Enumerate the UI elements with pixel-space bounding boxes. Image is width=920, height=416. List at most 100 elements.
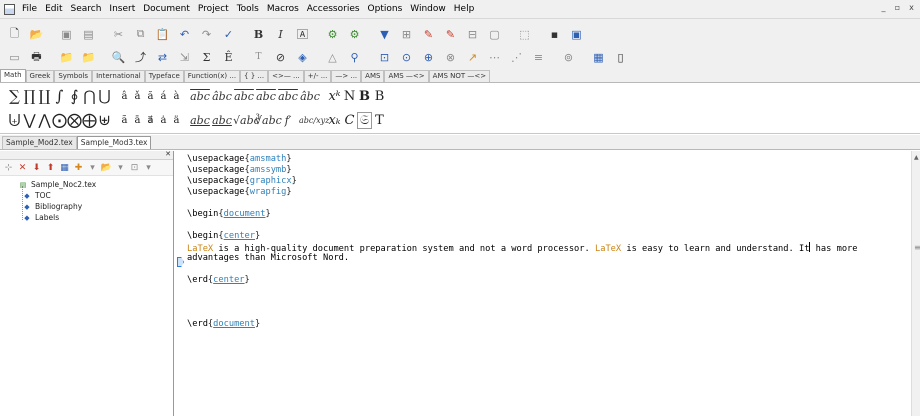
- menu-options[interactable]: Options: [364, 4, 407, 14]
- redo-icon[interactable]: ↷: [198, 26, 215, 43]
- biguplus-2-symbol-icon[interactable]: ⊎: [97, 111, 112, 129]
- menu-project[interactable]: Project: [194, 4, 233, 14]
- italic-icon[interactable]: I: [272, 26, 289, 43]
- tab-ams-relations[interactable]: AMS —<>: [384, 70, 429, 82]
- nthroot-abc-icon[interactable]: ∛abc: [255, 114, 282, 127]
- fraktur-b-icon[interactable]: B: [372, 89, 387, 104]
- check-a-icon[interactable]: ǎ: [131, 91, 144, 102]
- project-icon[interactable]: ▦: [59, 162, 70, 174]
- bibtex-icon[interactable]: ▢: [486, 26, 503, 43]
- code-editor[interactable]: \usepackage{amsmath} \usepackage{amssymb…: [176, 151, 911, 416]
- bookmark-red-icon[interactable]: ⬇: [31, 162, 42, 174]
- insert-table-icon[interactable]: ◈: [294, 49, 311, 66]
- menu-edit[interactable]: Edit: [41, 4, 66, 14]
- window-icon[interactable]: ▪: [546, 26, 563, 43]
- tab-braces[interactable]: { } ...: [240, 70, 269, 82]
- spell-check-icon[interactable]: ✓: [220, 26, 237, 43]
- search-pdf-icon[interactable]: ⊗: [442, 49, 459, 66]
- tree-item-toc[interactable]: ◆ TOC: [18, 190, 173, 201]
- new-file-icon[interactable]: 🗋: [6, 26, 23, 43]
- dropdown-2-icon[interactable]: ▾: [115, 162, 126, 174]
- menu-insert[interactable]: Insert: [105, 4, 139, 14]
- view-pdf-icon[interactable]: ⊕: [420, 49, 437, 66]
- delete-icon[interactable]: ✕: [17, 162, 28, 174]
- tab-sample-mod2[interactable]: Sample_Mod2.tex: [2, 136, 77, 149]
- prime-f-icon[interactable]: f′: [277, 114, 299, 127]
- bigcap-symbol-icon[interactable]: ⋂: [82, 87, 97, 105]
- tab-operators[interactable]: +/- ...: [303, 70, 332, 82]
- frac-abc-icon[interactable]: abc/xyz: [299, 116, 329, 125]
- dot-a-icon[interactable]: ȧ: [157, 115, 170, 126]
- sqrt-abc-icon[interactable]: √abc: [233, 114, 260, 127]
- tab-typeface[interactable]: Typeface: [144, 70, 184, 82]
- bigcup-symbol-icon[interactable]: ⋃: [97, 87, 112, 105]
- vec-a-icon[interactable]: a⃗: [144, 115, 157, 126]
- close-project-icon[interactable]: 📁: [80, 49, 97, 66]
- overline-abc-icon[interactable]: abc: [189, 90, 211, 103]
- paste-icon[interactable]: 📋: [154, 26, 171, 43]
- wizard-icon[interactable]: ⋰: [508, 49, 525, 66]
- forward-search-icon[interactable]: ↗: [464, 49, 481, 66]
- tab-function[interactable]: Function(x) ...: [183, 70, 241, 82]
- coprod-symbol-icon[interactable]: ∐: [37, 87, 52, 105]
- dropdown-icon[interactable]: ▾: [87, 162, 98, 174]
- overleftarrow-abc-icon[interactable]: abc: [233, 90, 255, 103]
- bigvee-symbol-icon[interactable]: ⋁: [22, 111, 37, 129]
- tree-root[interactable]: ▤ Sample_Noc2.tex: [18, 179, 173, 190]
- tab-sample-mod3[interactable]: Sample_Mod3.tex: [76, 136, 152, 149]
- editor-content[interactable]: \usepackage{amsmath} \usepackage{amssymb…: [187, 154, 903, 330]
- close-icon[interactable]: ✕: [165, 150, 171, 158]
- accent-icon[interactable]: Ê: [220, 49, 237, 66]
- format-icon[interactable]: ≡: [530, 49, 547, 66]
- bigotimes-symbol-icon[interactable]: ⨂: [67, 111, 82, 129]
- bookmark-red-2-icon[interactable]: ⬆: [45, 162, 56, 174]
- sum-symbol-icon[interactable]: ∑: [7, 87, 22, 105]
- menu-accessories[interactable]: Accessories: [303, 4, 364, 14]
- tab-math[interactable]: Math: [0, 69, 26, 82]
- tex-dvi-icon[interactable]: ⊞: [398, 26, 415, 43]
- scroll-up-icon[interactable]: ▲: [914, 154, 919, 161]
- cut-icon[interactable]: ✂: [110, 26, 127, 43]
- menu-macros[interactable]: Macros: [263, 4, 303, 14]
- replace-icon[interactable]: ⇄: [154, 49, 171, 66]
- menu-help[interactable]: Help: [450, 4, 479, 14]
- frame-icon[interactable]: ⊡: [129, 162, 140, 174]
- contour-integral-symbol-icon[interactable]: ∮: [67, 87, 82, 105]
- search-files-icon[interactable]: ⚲: [346, 49, 363, 66]
- underline-abc-icon[interactable]: abc: [211, 114, 233, 127]
- open-project-icon[interactable]: 📁: [58, 49, 75, 66]
- dvi-icon[interactable]: ▼: [376, 26, 393, 43]
- open-file-icon[interactable]: 📂: [28, 26, 45, 43]
- find-next-icon[interactable]: ⤴: [132, 49, 149, 66]
- tab-relations[interactable]: <>— ...: [268, 70, 304, 82]
- roman-t-icon[interactable]: T: [372, 113, 387, 128]
- subscript-icon[interactable]: xₖ: [327, 113, 342, 128]
- tab-ams-not[interactable]: AMS NOT —<>: [428, 70, 491, 82]
- acute-a-icon[interactable]: á: [157, 91, 170, 102]
- print-icon[interactable]: 🖶: [28, 49, 45, 66]
- sum-icon[interactable]: Σ: [198, 49, 215, 66]
- add-file-icon[interactable]: ✚: [73, 162, 84, 174]
- close-window-button[interactable]: x: [906, 3, 917, 14]
- goto-line-icon[interactable]: ⇲: [176, 49, 193, 66]
- blackboard-n-icon[interactable]: N: [342, 89, 357, 104]
- bold-b-icon[interactable]: B: [357, 89, 372, 104]
- build-view-icon[interactable]: ⚙: [346, 26, 363, 43]
- superscript-icon[interactable]: xᵏ: [327, 89, 342, 104]
- integral-symbol-icon[interactable]: ∫: [52, 87, 67, 105]
- widehat-abc-icon[interactable]: âbc: [211, 90, 233, 103]
- restore-button[interactable]: ▫: [892, 3, 903, 14]
- ddot-a-icon[interactable]: ä: [170, 115, 183, 126]
- bigoplus-symbol-icon[interactable]: ⨁: [82, 111, 97, 129]
- calligraphic-c-icon[interactable]: C: [342, 113, 357, 128]
- grave-a-icon[interactable]: à: [170, 91, 183, 102]
- menu-window[interactable]: Window: [406, 4, 450, 14]
- bigwedge-symbol-icon[interactable]: ⋀: [37, 111, 52, 129]
- gui-icon[interactable]: ⊚: [560, 49, 577, 66]
- view-dvi-icon[interactable]: ⊡: [376, 49, 393, 66]
- undo-icon[interactable]: ↶: [176, 26, 193, 43]
- latex-build-icon[interactable]: ⚙: [324, 26, 341, 43]
- view-ps-icon[interactable]: ⊙: [398, 49, 415, 66]
- tab-ams[interactable]: AMS: [361, 70, 385, 82]
- copy-icon[interactable]: ⧉: [132, 26, 149, 43]
